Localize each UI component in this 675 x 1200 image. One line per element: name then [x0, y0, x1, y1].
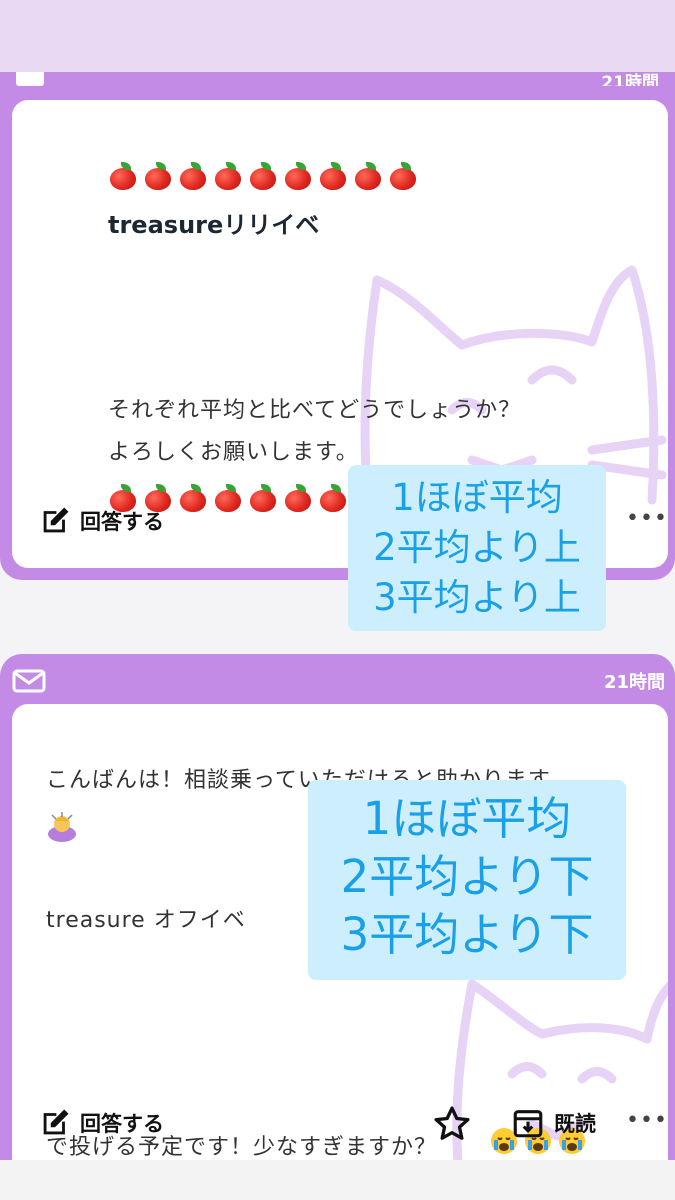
card1-timestamp: 21時間	[601, 73, 659, 86]
apple-emoji	[283, 162, 313, 190]
mail-icon	[12, 669, 46, 693]
card1-answer-label: 回答する	[80, 510, 164, 534]
card2-read-label: 既読	[554, 1112, 596, 1136]
apple-emoji	[248, 484, 278, 512]
overlay-line: 3平均より上	[373, 576, 581, 619]
edit-icon	[43, 1109, 69, 1135]
card1-more-icon[interactable]: •••	[626, 506, 668, 531]
apple-emoji	[178, 484, 208, 512]
overlay-line: 3平均より下	[340, 908, 594, 961]
card2-sticker-overlay: 1ほぼ平均 2平均より下 3平均より下	[308, 780, 626, 980]
apple-emoji	[353, 162, 383, 190]
overlay-line: 2平均より下	[340, 850, 594, 903]
apple-emoji	[318, 484, 348, 512]
card2-read-button[interactable]: 既読	[510, 1106, 596, 1140]
overlay-line: 1ほぼ平均	[362, 792, 572, 845]
apple-emoji-row-top	[108, 158, 423, 191]
card1-answer-button[interactable]: 回答する	[38, 504, 164, 538]
apple-emoji	[178, 162, 208, 190]
apple-emoji	[248, 162, 278, 190]
card2-answer-label: 回答する	[80, 1112, 164, 1136]
apple-emoji	[143, 162, 173, 190]
edit-icon	[43, 507, 69, 533]
woman-bowing-emoji	[48, 812, 76, 842]
bottom-band	[0, 1160, 675, 1200]
card2-timestamp: 21時間	[603, 672, 665, 693]
mail-icon	[16, 72, 44, 86]
card1-sticker-overlay: 1ほぼ平均 2平均より上 3平均より上	[348, 465, 606, 631]
apple-emoji	[213, 484, 243, 512]
apple-emoji	[213, 162, 243, 190]
apple-emoji	[388, 162, 418, 190]
apple-emoji	[108, 162, 138, 190]
card2-answer-button[interactable]: 回答する	[38, 1106, 164, 1140]
apple-emoji	[283, 484, 313, 512]
card1-title: treasureリリイベ	[108, 211, 320, 239]
overlay-line: 2平均より上	[373, 526, 581, 569]
card1-body-line: それぞれ平均と比べてどうでしょうか？	[108, 398, 522, 423]
archive-icon	[513, 1110, 543, 1138]
overlay-line: 1ほぼ平均	[391, 476, 563, 519]
star-icon[interactable]	[432, 1104, 472, 1144]
card1-body-line: よろしくお願いします。	[108, 440, 359, 465]
apple-emoji	[318, 162, 348, 190]
card2-more-icon[interactable]: •••	[626, 1108, 668, 1133]
card2-body-line: treasure オフイベ	[46, 908, 246, 933]
